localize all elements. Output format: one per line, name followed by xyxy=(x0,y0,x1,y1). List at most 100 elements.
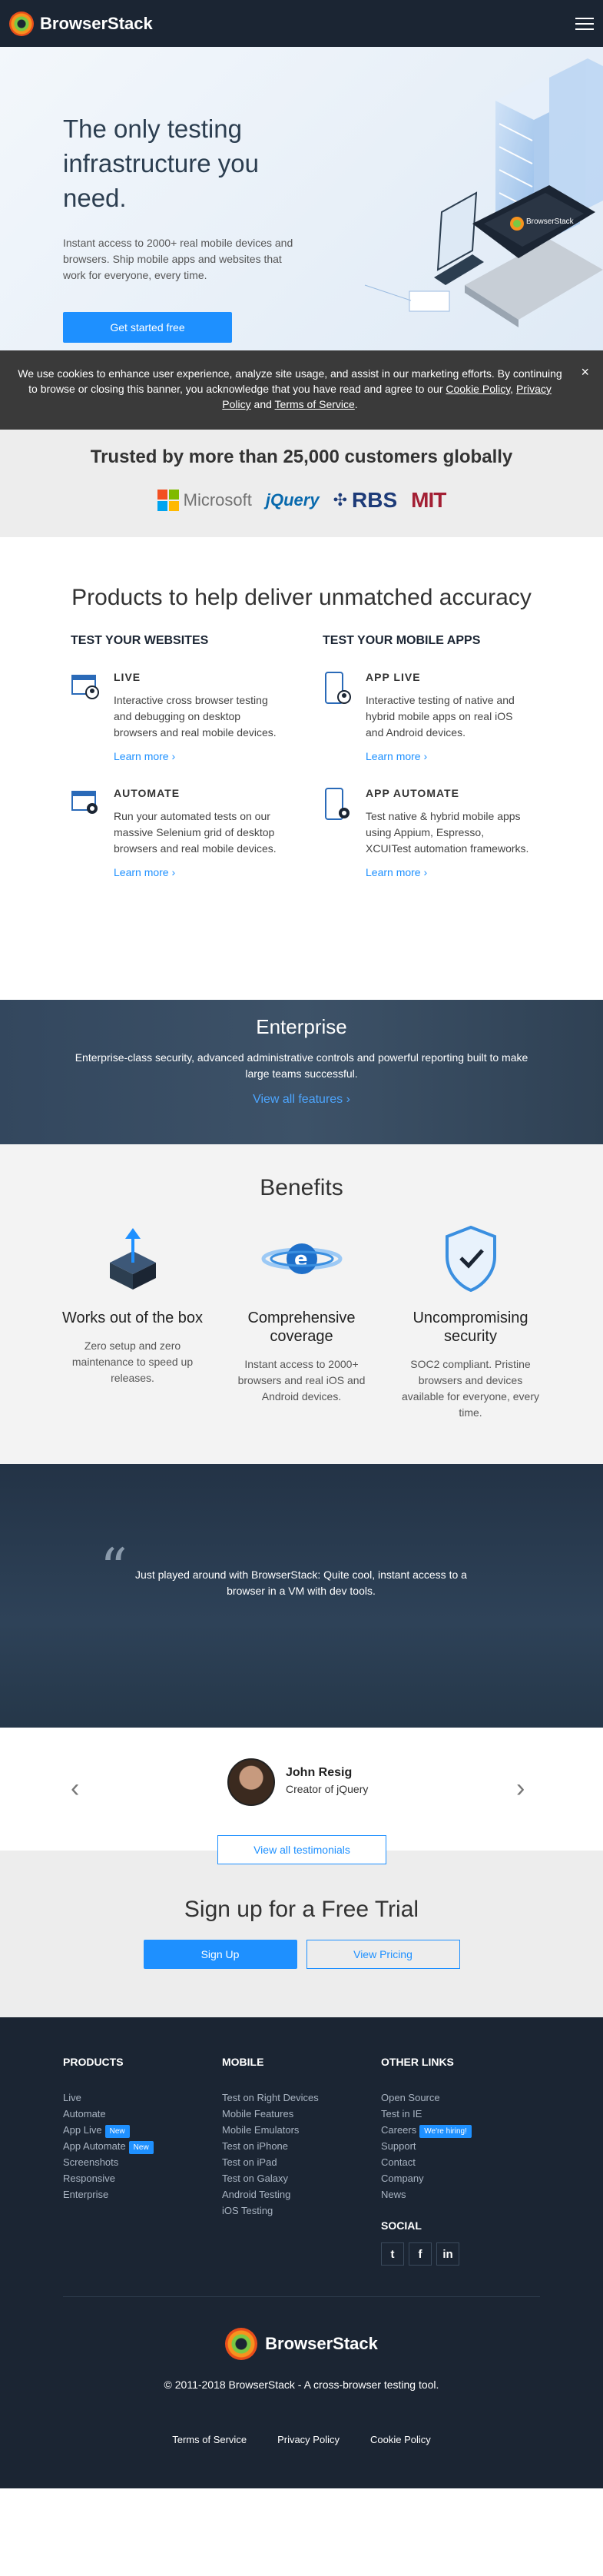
footer-link-right-devices[interactable]: Test on Right Devices xyxy=(222,2090,381,2106)
live-learn-more-link[interactable]: Learn more › xyxy=(114,750,175,762)
footer-link-support[interactable]: Support xyxy=(381,2138,540,2154)
view-all-features-link[interactable]: View all features › xyxy=(253,1093,350,1107)
footer-link-galaxy[interactable]: Test on Galaxy xyxy=(222,2170,381,2186)
footer-link-screenshots[interactable]: Screenshots xyxy=(63,2154,222,2170)
twitter-icon[interactable]: t xyxy=(381,2242,404,2266)
enterprise-desc: Enterprise-class security, advanced admi… xyxy=(75,1051,528,1080)
cookie-period: . xyxy=(354,398,358,410)
product-live: LIVE Interactive cross browser testing a… xyxy=(71,671,278,764)
mit-text: MIT xyxy=(411,488,446,512)
rbs-text: RBS xyxy=(352,488,398,512)
footer-link-iphone[interactable]: Test on iPhone xyxy=(222,2138,381,2154)
footer-other-heading: OTHER LINKS xyxy=(381,2056,454,2068)
site-footer: PRODUCTS Live Automate App Live New App A… xyxy=(0,2017,603,2488)
footer-privacy-link[interactable]: Privacy Policy xyxy=(277,2434,340,2445)
live-desc: Interactive cross browser testing and de… xyxy=(114,694,277,739)
customer-logos: Microsoft jQuery ✣ RBS MIT xyxy=(0,488,603,513)
menu-icon[interactable] xyxy=(575,17,594,30)
browserstack-logo-icon xyxy=(9,11,34,36)
footer-link-open-source[interactable]: Open Source xyxy=(381,2090,540,2106)
footer-link-enterprise[interactable]: Enterprise xyxy=(63,2186,222,2203)
browser-globe-icon: e xyxy=(261,1243,342,1274)
footer-link-live[interactable]: Live xyxy=(63,2090,222,2106)
app-live-learn-more-link[interactable]: Learn more › xyxy=(366,750,427,762)
footer-link-contact[interactable]: Contact xyxy=(381,2154,540,2170)
close-icon[interactable]: × xyxy=(581,364,589,380)
testimonial-quote: Just played around with BrowserStack: Qu… xyxy=(135,1569,467,1597)
app-automate-icon xyxy=(325,788,350,820)
websites-heading: TEST YOUR WEBSITES xyxy=(71,634,209,647)
svg-text:BrowserStack: BrowserStack xyxy=(526,217,575,226)
benefits-section: Benefits Works out of the box Zero setup… xyxy=(0,1144,603,1464)
footer-mobile-column: MOBILE Test on Right Devices Mobile Feat… xyxy=(222,2056,381,2266)
footer-products-heading: PRODUCTS xyxy=(63,2056,124,2068)
signup-button[interactable]: Sign Up xyxy=(143,1940,297,1969)
automate-desc: Run your automated tests on our massive … xyxy=(114,810,277,855)
products-section: Products to help deliver unmatched accur… xyxy=(0,537,603,1000)
benefit-2-title: Comprehensive coverage xyxy=(247,1310,356,1345)
facebook-icon[interactable]: f xyxy=(409,2242,432,2266)
enterprise-section: Enterprise Enterprise-class security, ad… xyxy=(0,1000,603,1144)
footer-link-careers-label: Careers xyxy=(381,2124,417,2136)
new-badge: New xyxy=(104,2125,130,2138)
footer-divider xyxy=(63,2296,540,2297)
footer-link-responsive[interactable]: Responsive xyxy=(63,2170,222,2186)
footer-link-app-automate[interactable]: App Automate New xyxy=(63,2138,222,2154)
hero-section: The only testing infrastructure you need… xyxy=(0,47,603,350)
author-name: John Resig xyxy=(286,1766,353,1779)
footer-brand[interactable]: BrowserStack xyxy=(63,2328,540,2360)
next-arrow-icon[interactable]: › xyxy=(516,1774,525,1804)
footer-link-app-live[interactable]: App Live New xyxy=(63,2122,222,2138)
mit-logo: MIT xyxy=(411,488,446,513)
new-badge: New xyxy=(128,2141,154,2154)
app-automate-learn-more-link[interactable]: Learn more › xyxy=(366,866,427,878)
benefit-3-title: Uncompromising security xyxy=(412,1310,528,1345)
footer-link-ios[interactable]: iOS Testing xyxy=(222,2203,381,2219)
prev-arrow-icon[interactable]: ‹ xyxy=(71,1774,79,1804)
cookie-banner: We use cookies to enhance user experienc… xyxy=(0,350,603,430)
terms-link[interactable]: Terms of Service xyxy=(275,398,355,410)
hero-subtitle: Instant access to 2000+ real mobile devi… xyxy=(63,237,293,281)
trusted-section: Trusted by more than 25,000 customers gl… xyxy=(0,430,603,537)
view-pricing-button[interactable]: View Pricing xyxy=(306,1940,460,1969)
footer-link-company[interactable]: Company xyxy=(381,2170,540,2186)
linkedin-icon[interactable]: in xyxy=(436,2242,459,2266)
footer-link-test-ie[interactable]: Test in IE xyxy=(381,2106,540,2122)
mobile-column: TEST YOUR MOBILE APPS APP LIVE Interacti… xyxy=(323,634,530,880)
view-all-testimonials-button[interactable]: View all testimonials xyxy=(217,1835,386,1864)
footer-link-android[interactable]: Android Testing xyxy=(222,2186,381,2203)
app-automate-desc: Test native & hybrid mobile apps using A… xyxy=(366,810,529,855)
rbs-logo: ✣ RBS xyxy=(333,488,398,513)
footer-cookie-link[interactable]: Cookie Policy xyxy=(370,2434,431,2445)
footer-link-ipad[interactable]: Test on iPad xyxy=(222,2154,381,2170)
automate-learn-more-link[interactable]: Learn more › xyxy=(114,866,175,878)
footer-terms-link[interactable]: Terms of Service xyxy=(172,2434,247,2445)
social-block: SOCIAL t f in xyxy=(381,2219,540,2266)
live-icon xyxy=(71,675,99,699)
cookie-policy-link[interactable]: Cookie Policy xyxy=(446,383,510,395)
benefit-2-desc: Instant access to 2000+ browsers and rea… xyxy=(237,1358,366,1403)
app-live-icon xyxy=(325,672,351,704)
footer-link-automate[interactable]: Automate xyxy=(63,2106,222,2122)
site-header: BrowserStack xyxy=(0,0,603,47)
brand-logo[interactable]: BrowserStack xyxy=(9,11,153,36)
footer-products-column: PRODUCTS Live Automate App Live New App A… xyxy=(63,2056,222,2266)
cookie-and: and xyxy=(253,398,272,410)
footer-link-mobile-emulators[interactable]: Mobile Emulators xyxy=(222,2122,381,2138)
footer-link-news[interactable]: News xyxy=(381,2186,540,2203)
automate-name: AUTOMATE xyxy=(114,787,181,799)
cookie-comma: , xyxy=(510,383,514,395)
signup-title: Sign up for a Free Trial xyxy=(184,1897,419,1922)
brand-name: BrowserStack xyxy=(40,13,153,33)
benefit-1-title: Works out of the box xyxy=(61,1310,204,1326)
microsoft-logo: Microsoft xyxy=(157,490,252,511)
app-automate-name: APP AUTOMATE xyxy=(366,787,459,799)
benefits-title: Benefits xyxy=(260,1175,343,1200)
get-started-button[interactable]: Get started free xyxy=(63,312,232,343)
product-app-live: APP LIVE Interactive testing of native a… xyxy=(323,671,530,764)
footer-link-mobile-features[interactable]: Mobile Features xyxy=(222,2106,381,2122)
footer-link-careers[interactable]: Careers We're hiring! xyxy=(381,2122,540,2138)
jquery-text: jQuery xyxy=(265,490,320,510)
browserstack-logo-icon xyxy=(225,2328,258,2360)
app-live-desc: Interactive testing of native and hybrid… xyxy=(366,694,515,739)
